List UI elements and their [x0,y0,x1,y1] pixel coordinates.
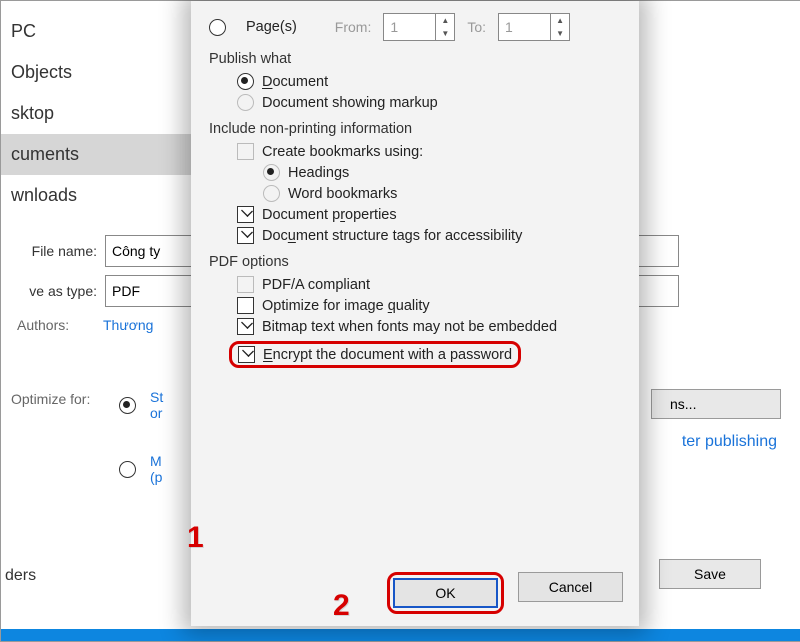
cancel-button[interactable]: Cancel [518,572,623,602]
publish-markup-radio [237,94,254,111]
modal-button-row: OK Cancel [387,572,623,614]
headings-radio [263,164,280,181]
options-button[interactable]: ns... [651,389,781,419]
to-label: To: [467,19,486,35]
statusbar [1,629,800,641]
save-button[interactable]: Save [659,559,761,589]
optimize-image-checkbox[interactable] [237,297,254,314]
create-bookmarks-label: Create bookmarks using: [262,144,423,160]
doc-properties-checkbox[interactable] [237,206,254,223]
nav-item-downloads[interactable]: wnloads [1,175,191,216]
doc-structure-checkbox[interactable] [237,227,254,244]
radio-icon [119,461,136,478]
spinner-down-icon[interactable]: ▼ [436,27,454,40]
pages-radio-label: Page(s) [246,19,297,35]
create-bookmarks-checkbox [237,143,254,160]
optimize-option-minimum[interactable]: M (p [119,453,162,485]
headings-label: Headings [288,165,349,181]
nav-item-documents[interactable]: cuments [1,134,191,175]
open-after-publishing-label: ter publishing [682,433,777,451]
bitmap-text-checkbox[interactable] [237,318,254,335]
nav-item-pc[interactable]: PC [1,11,191,52]
doc-structure-label: Document structure tags for accessibilit… [262,228,522,244]
publish-what-heading: Publish what [209,51,629,67]
filename-label: File name: [5,243,97,259]
from-spinner[interactable]: 1 ▲▼ [383,13,455,41]
spinner-up-icon[interactable]: ▲ [436,14,454,27]
word-bookmarks-label: Word bookmarks [288,186,397,202]
pdf-options-dialog: Page(s) From: 1 ▲▼ To: 1 ▲▼ Publish what… [191,1,639,626]
publish-markup-label: Document showing markup [262,95,438,111]
from-label: From: [335,19,372,35]
encrypt-highlight: Encrypt the document with a password [229,341,521,368]
optimize-option-standard[interactable]: St or [119,389,163,421]
spinner-up-icon[interactable]: ▲ [551,14,569,27]
nav-list: PC Objects sktop cuments wnloads [1,11,191,216]
folders-label[interactable]: ders [5,567,36,585]
include-nonprinting-heading: Include non-printing information [209,121,629,137]
authors-label: Authors: [17,317,69,333]
to-spinner[interactable]: 1 ▲▼ [498,13,570,41]
ok-highlight: OK [387,572,504,614]
bitmap-text-label: Bitmap text when fonts may not be embedd… [262,319,557,335]
pdf-options-heading: PDF options [209,254,629,270]
encrypt-password-checkbox[interactable] [238,346,255,363]
word-bookmarks-radio [263,185,280,202]
publish-document-label: Document [262,74,328,90]
ok-button[interactable]: OK [393,578,498,608]
nav-item-desktop[interactable]: sktop [1,93,191,134]
doc-properties-label: Document properties [262,207,397,223]
optimizefor-label: Optimize for: [11,391,90,407]
saveastype-label: ve as type: [5,283,97,299]
radio-icon [119,397,136,414]
authors-value[interactable]: Thương [103,317,153,333]
annotation-2: 2 [333,589,350,623]
spinner-down-icon[interactable]: ▼ [551,27,569,40]
optimize-image-label: Optimize for image quality [262,298,430,314]
annotation-1: 1 [187,521,204,555]
pdfa-checkbox [237,276,254,293]
pdfa-label: PDF/A compliant [262,277,370,293]
encrypt-password-label: Encrypt the document with a password [263,347,512,363]
nav-item-objects[interactable]: Objects [1,52,191,93]
publish-document-radio[interactable] [237,73,254,90]
pages-radio[interactable] [209,19,226,36]
